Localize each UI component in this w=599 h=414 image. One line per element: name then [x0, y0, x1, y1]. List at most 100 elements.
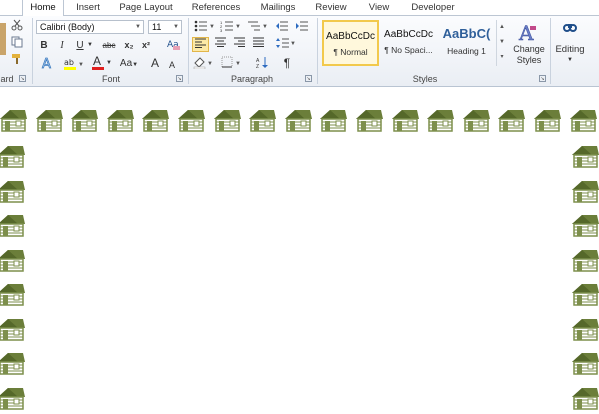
house-icon [176, 107, 206, 133]
scroll-down-icon[interactable]: ▼ [497, 35, 507, 50]
font-dialog-launcher[interactable]: ↘ [176, 75, 183, 82]
font-size-combo[interactable]: 11 ▼ [148, 20, 182, 34]
show-formatting-button[interactable]: ¶ [279, 56, 295, 71]
house-icon [570, 212, 599, 238]
change-styles-icon: A [518, 21, 536, 44]
shading-button[interactable]: ▼ [192, 56, 216, 71]
highlight-button[interactable]: ab ▼ [62, 56, 86, 71]
gallery-more-icon[interactable]: ▾ [497, 50, 507, 65]
font-name-value: Calibri (Body) [40, 22, 95, 32]
style-heading-1[interactable]: AaBbC( Heading 1 [438, 20, 495, 66]
increase-indent-button[interactable] [294, 20, 310, 35]
text-effects-icon: A [42, 57, 52, 73]
borders-button[interactable]: ▼ [220, 56, 244, 71]
style-no-spacing[interactable]: AaBbCcDc ¶ No Spaci... [380, 20, 437, 66]
format-painter-button[interactable] [10, 53, 24, 68]
italic-button[interactable]: I [55, 38, 69, 53]
multilevel-list-button[interactable]: ▼ [246, 20, 270, 35]
svg-text:A: A [42, 57, 51, 70]
underline-dropdown[interactable]: ▼ [86, 38, 94, 53]
sort-button[interactable]: AZ [255, 56, 271, 71]
styles-group-label: Styles [412, 74, 438, 84]
underline-button[interactable]: U [73, 38, 87, 53]
shrink-font-button[interactable]: A [165, 58, 179, 73]
tab-insert[interactable]: Insert [68, 1, 108, 15]
align-right-icon [233, 37, 245, 47]
change-styles-button[interactable]: A Change Styles [510, 18, 548, 72]
svg-text:▼: ▼ [235, 61, 241, 67]
editing-button[interactable]: Editing ▼ [553, 18, 587, 70]
svg-text:▼: ▼ [262, 24, 268, 30]
superscript-button[interactable]: x² [139, 38, 153, 53]
tab-review[interactable]: Review [311, 1, 351, 15]
styles-gallery-scroll: ▲ ▼ ▾ [496, 20, 507, 66]
document-page[interactable] [0, 87, 599, 410]
style-name: Heading 1 [447, 46, 486, 56]
group-separator [32, 18, 33, 84]
paragraph-group-label: Paragraph [230, 74, 274, 84]
house-icon [425, 107, 455, 133]
cut-button[interactable] [10, 19, 24, 34]
tab-developer[interactable]: Developer [404, 1, 462, 15]
strikethrough-button[interactable]: abc [98, 38, 120, 53]
align-right-button[interactable] [231, 37, 248, 52]
center-button[interactable] [212, 37, 229, 52]
house-icon [461, 107, 491, 133]
style-normal[interactable]: AaBbCcDc ¶ Normal [322, 20, 379, 66]
change-case-label: Aa [119, 58, 133, 69]
house-icon [0, 107, 28, 133]
format-painter-icon [12, 54, 20, 64]
group-separator [550, 18, 551, 84]
bullets-icon: ▼ [194, 20, 215, 32]
house-icon [570, 247, 599, 273]
change-styles-label-2: Styles [516, 55, 542, 65]
house-icon [354, 107, 384, 133]
numbering-button[interactable]: 1 2 3 ▼ [219, 20, 243, 35]
svg-text:▼: ▼ [209, 24, 215, 30]
tab-page-layout[interactable]: Page Layout [115, 1, 177, 15]
bold-button[interactable]: B [37, 38, 51, 53]
svg-text:▼: ▼ [235, 24, 241, 30]
styles-dialog-launcher[interactable]: ↘ [539, 75, 546, 82]
subscript-button[interactable]: x₂ [122, 38, 136, 53]
house-icon [318, 107, 348, 133]
paste-edge[interactable] [0, 19, 8, 55]
paste-icon [0, 23, 6, 55]
house-icon [570, 385, 599, 411]
tab-home[interactable]: Home [22, 0, 64, 17]
house-icon [0, 212, 26, 238]
clipboard-dialog-launcher[interactable]: ↘ [19, 75, 26, 82]
house-icon [570, 316, 599, 342]
tab-references[interactable]: References [186, 1, 246, 15]
tab-view[interactable]: View [363, 1, 395, 15]
justify-button[interactable] [250, 37, 267, 52]
svg-text:▼: ▼ [78, 62, 84, 68]
style-preview: AaBbCcDc [326, 31, 375, 42]
chevron-down-icon: ▼ [106, 60, 112, 66]
clear-formatting-button[interactable]: Aa [166, 37, 182, 52]
chevron-down-icon: ▼ [132, 62, 139, 68]
bullets-button[interactable]: ▼ [193, 20, 217, 35]
decrease-indent-button[interactable] [274, 20, 290, 35]
align-left-icon [194, 38, 206, 48]
line-spacing-button[interactable]: ▼ [275, 37, 297, 52]
font-color-button[interactable]: A ▼ [91, 54, 113, 71]
scroll-up-icon[interactable]: ▲ [497, 20, 507, 35]
tab-mailings[interactable]: Mailings [254, 1, 302, 15]
line-spacing-icon: ▼ [276, 38, 296, 48]
font-name-combo[interactable]: Calibri (Body) ▼ [36, 20, 144, 34]
grow-font-button[interactable]: A [148, 56, 162, 71]
highlight-icon: ab ▼ [64, 58, 84, 70]
text-effects-button[interactable]: A [37, 56, 57, 73]
clipboard-group-label: ard [0, 74, 14, 84]
find-icon [563, 24, 577, 32]
paragraph-dialog-launcher[interactable]: ↘ [305, 75, 312, 82]
ribbon: ard ↘ Calibri (Body) ▼ 11 ▼ B I U ▼ abc … [0, 16, 599, 87]
house-icon [568, 107, 598, 133]
change-case-button[interactable]: Aa▼ [118, 56, 140, 71]
align-left-button[interactable] [192, 37, 209, 52]
shading-icon: ▼ [193, 57, 213, 70]
copy-button[interactable] [10, 36, 24, 51]
borders-icon: ▼ [221, 56, 241, 68]
house-icon [0, 385, 26, 411]
